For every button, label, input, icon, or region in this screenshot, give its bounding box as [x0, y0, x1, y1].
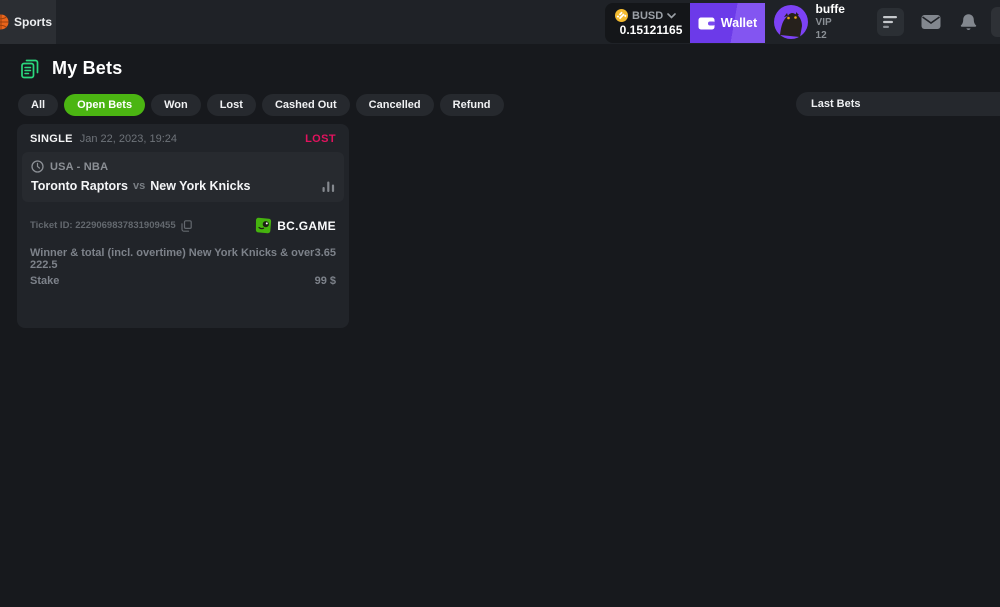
busd-coin-icon: [615, 9, 628, 22]
sort-select[interactable]: Last Bets: [796, 92, 1000, 116]
bet-card-header: SINGLE Jan 22, 2023, 19:24 LOST: [17, 124, 349, 152]
currency-code: BUSD: [632, 10, 663, 22]
my-bets-page: My Bets All Open Bets Won Lost Cashed Ou…: [0, 44, 1000, 117]
brand-name: BC.GAME: [277, 219, 336, 233]
chat-button[interactable]: [991, 7, 1000, 37]
wallet-icon: [698, 16, 715, 30]
basketball-icon: [0, 14, 9, 30]
vs-separator: vs: [133, 180, 145, 192]
bcgame-mascot-icon: [255, 217, 272, 234]
copy-icon[interactable]: [181, 220, 192, 232]
bet-details: Winner & total (incl. overtime) New York…: [17, 234, 349, 287]
envelope-icon: [921, 14, 941, 30]
topbar-right: BUSD 0.15121165 Wallet: [605, 0, 1000, 44]
ticket-id: Ticket ID: 2229069837831909455: [30, 220, 176, 231]
filter-cancelled[interactable]: Cancelled: [356, 94, 434, 116]
chevron-down-icon: [667, 13, 676, 19]
bet-slip-icon: [20, 59, 40, 79]
sort-select-value: Last Bets: [811, 98, 861, 110]
league-label: USA - NBA: [50, 161, 108, 173]
tab-sports[interactable]: Sports: [0, 0, 56, 44]
home-team: Toronto Raptors: [31, 179, 128, 193]
ticket-row: Ticket ID: 2229069837831909455 BC.GAME: [17, 202, 349, 234]
brand-logo: BC.GAME: [255, 217, 336, 234]
filter-refund[interactable]: Refund: [440, 94, 504, 116]
bets-list-button[interactable]: [877, 8, 904, 36]
wallet-label: Wallet: [721, 16, 757, 30]
notifications-button[interactable]: [958, 13, 979, 31]
bet-selection-row: Winner & total (incl. overtime) New York…: [30, 247, 336, 271]
filter-cashed-out[interactable]: Cashed Out: [262, 94, 350, 116]
selection-label: Winner & total (incl. overtime) New York…: [30, 247, 315, 271]
sport-icon: [31, 160, 44, 173]
away-team: New York Knicks: [150, 179, 250, 193]
page-title: My Bets: [52, 58, 122, 79]
bell-icon: [960, 13, 977, 31]
filter-lost[interactable]: Lost: [207, 94, 256, 116]
filter-all[interactable]: All: [18, 94, 58, 116]
list-icon: [882, 15, 898, 29]
wallet-button[interactable]: Wallet: [690, 3, 764, 43]
tab-sports-label: Sports: [14, 15, 52, 29]
page-header: My Bets: [18, 44, 982, 89]
filter-won[interactable]: Won: [151, 94, 201, 116]
filter-bar: All Open Bets Won Lost Cashed Out Cancel…: [18, 93, 982, 117]
avatar: [774, 5, 808, 39]
currency-balance: 0.15121165: [615, 23, 682, 37]
vip-level: VIP 12: [816, 17, 845, 42]
currency-selector[interactable]: BUSD 0.15121165: [605, 3, 690, 43]
status-badge: LOST: [305, 133, 336, 145]
bet-card: SINGLE Jan 22, 2023, 19:24 LOST USA - NB…: [17, 124, 349, 328]
stats-icon[interactable]: [322, 181, 335, 192]
match-block: USA - NBA Toronto Raptors vs New York Kn…: [22, 152, 344, 202]
bet-date: Jan 22, 2023, 19:24: [80, 133, 177, 145]
inbox-button[interactable]: [920, 14, 943, 30]
filter-open-bets[interactable]: Open Bets: [64, 94, 145, 116]
username: buffe: [816, 2, 845, 17]
selection-odds: 3.65: [315, 247, 336, 259]
user-profile[interactable]: buffe VIP 12: [774, 2, 845, 42]
bet-type: SINGLE: [30, 133, 73, 145]
topbar: Sports BUSD 0.15121165: [0, 0, 1000, 44]
stake-label: Stake: [30, 275, 59, 287]
stake-value: 99 $: [315, 275, 336, 287]
stake-row: Stake 99 $: [30, 275, 336, 287]
